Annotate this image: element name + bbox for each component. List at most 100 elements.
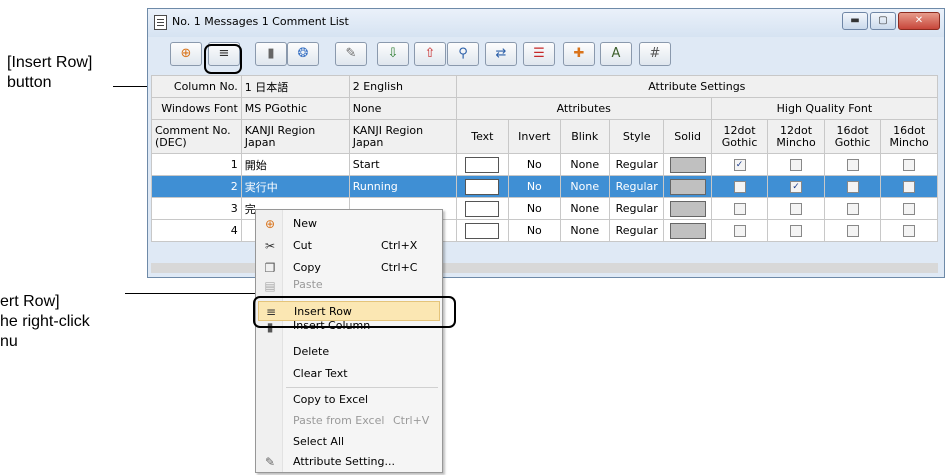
replace-button[interactable]: ⇄ [485, 42, 517, 66]
font-cell-1[interactable]: MS PGothic [240, 97, 350, 120]
color-swatch [465, 156, 500, 173]
text-color-cell[interactable] [455, 175, 510, 198]
list-button[interactable]: ☰ [523, 42, 555, 66]
menu-item-new[interactable]: ⊕ New [258, 214, 440, 234]
16dot-mincho-cell [880, 197, 938, 220]
attribute-setting-button[interactable]: ✎ [335, 42, 367, 66]
12dot-mincho-cell [767, 153, 825, 176]
insert-column-button[interactable]: ▮ [255, 42, 287, 66]
16dot-mincho-checkbox[interactable] [903, 181, 916, 193]
16dot-gothic-checkbox[interactable] [846, 159, 859, 171]
add-comment-button[interactable]: ✚ [563, 42, 595, 66]
blink-header: Blink [559, 119, 610, 154]
attribute-setting-icon: ✎ [345, 46, 357, 61]
maximize-button[interactable]: ▢ [870, 12, 896, 30]
invert-cell[interactable]: No [508, 153, 561, 176]
style-cell[interactable]: Regular [608, 197, 665, 220]
menu-item-paste-from-excel[interactable]: Paste from Excel Ctrl+V [258, 411, 440, 431]
menu-label: Paste [293, 278, 323, 291]
12dot-mincho-checkbox[interactable] [790, 203, 803, 215]
invert-cell[interactable]: No [508, 197, 561, 220]
16dot-mincho-checkbox[interactable] [903, 203, 916, 215]
12dot-mincho-cell [767, 219, 825, 242]
12dot-gothic-checkbox[interactable] [733, 203, 746, 215]
blink-cell[interactable]: None [559, 153, 610, 176]
new-row-button[interactable]: ⊕ [170, 42, 202, 66]
close-icon: ✕ [914, 15, 924, 26]
blink-cell[interactable]: None [559, 219, 610, 242]
12dot-gothic-checkbox[interactable] [733, 181, 746, 193]
import-excel-button[interactable]: ⇩ [377, 42, 409, 66]
attribute-settings-header: Attribute Settings [455, 75, 939, 98]
menu-item-copy[interactable]: ❐ Copy Ctrl+C [258, 258, 440, 278]
callout-line: [Insert Row] [7, 54, 93, 71]
solid-cell[interactable] [663, 175, 712, 198]
english-text-cell[interactable]: Start [348, 153, 457, 176]
16dot-mincho-header: 16dot Mincho [880, 119, 938, 154]
blink-cell[interactable]: None [559, 175, 610, 198]
12dot-mincho-checkbox[interactable] [790, 159, 803, 171]
invert-header: Invert [508, 119, 561, 154]
text-color-cell[interactable] [455, 153, 510, 176]
style-cell[interactable]: Regular [608, 219, 665, 242]
invert-cell[interactable]: No [508, 175, 561, 198]
invert-cell[interactable]: No [508, 219, 561, 242]
menu-item-cut[interactable]: ✂ Cut Ctrl+X [258, 236, 440, 256]
12dot-mincho-checkbox[interactable] [790, 225, 803, 237]
document-icon [154, 15, 167, 30]
comment-no-cell[interactable]: 4 [151, 219, 242, 242]
column-1-header[interactable]: 1 日本語 [240, 75, 350, 98]
blink-cell[interactable]: None [559, 197, 610, 220]
table-row[interactable]: 1 開始 Start No None Regular ✓ [151, 153, 938, 176]
16dot-gothic-checkbox[interactable] [846, 181, 859, 193]
import-excel-icon: ⇩ [387, 46, 399, 61]
style-cell[interactable]: Regular [608, 175, 665, 198]
solid-header: Solid [663, 119, 712, 154]
menu-item-attribute-setting[interactable]: ✎ Attribute Setting... [258, 452, 440, 472]
comment-no-cell[interactable]: 2 [151, 175, 242, 198]
dec-hex-button[interactable]: # [639, 42, 671, 66]
text-color-cell[interactable] [455, 197, 510, 220]
table-row[interactable]: 2 実行中 Running No None Regular ✓ [151, 175, 938, 198]
16dot-mincho-checkbox[interactable] [903, 159, 916, 171]
12dot-gothic-header: 12dot Gothic [710, 119, 769, 154]
attribute-button[interactable]: ❂ [287, 42, 319, 66]
menu-item-delete[interactable]: Delete [258, 342, 440, 362]
12dot-mincho-cell: ✓ [767, 175, 825, 198]
new-row-icon: ⊕ [180, 46, 192, 61]
solid-cell[interactable] [663, 153, 712, 176]
solid-cell[interactable] [663, 219, 712, 242]
style-header: Style [608, 119, 665, 154]
find-button[interactable]: ⚲ [447, 42, 479, 66]
solid-cell[interactable] [663, 197, 712, 220]
menu-item-copy-to-excel[interactable]: Copy to Excel [258, 390, 440, 410]
windows-font-header: Windows Font [151, 97, 242, 120]
font-cell-2[interactable]: None [348, 97, 457, 120]
export-excel-button[interactable]: ⇧ [414, 42, 446, 66]
minimize-button[interactable]: ▬ [842, 12, 868, 30]
12dot-gothic-checkbox[interactable]: ✓ [733, 159, 746, 171]
comment-no-cell[interactable]: 3 [151, 197, 242, 220]
list-icon: ☰ [533, 46, 545, 61]
text-header: Text [455, 119, 510, 154]
12dot-mincho-checkbox[interactable]: ✓ [790, 181, 803, 193]
menu-label: Clear Text [293, 367, 348, 380]
text-color-cell[interactable] [455, 219, 510, 242]
menu-item-select-all[interactable]: Select All [258, 432, 440, 452]
japanese-text-cell[interactable]: 開始 [240, 153, 350, 176]
style-cell[interactable]: Regular [608, 153, 665, 176]
menu-item-clear-text[interactable]: Clear Text [258, 364, 440, 384]
16dot-mincho-checkbox[interactable] [903, 225, 916, 237]
close-button[interactable]: ✕ [898, 12, 940, 30]
16dot-gothic-checkbox[interactable] [846, 225, 859, 237]
comment-no-cell[interactable]: 1 [151, 153, 242, 176]
16dot-gothic-checkbox[interactable] [846, 203, 859, 215]
english-text-cell[interactable]: Running [348, 175, 457, 198]
12dot-gothic-checkbox[interactable] [733, 225, 746, 237]
column-2-header[interactable]: 2 English [348, 75, 457, 98]
solid-swatch [669, 178, 706, 195]
menu-item-paste[interactable]: ▤ Paste [258, 278, 440, 292]
japanese-text-cell[interactable]: 実行中 [240, 175, 350, 198]
font-button[interactable]: A [600, 42, 632, 66]
minimize-icon: ▬ [850, 15, 860, 26]
